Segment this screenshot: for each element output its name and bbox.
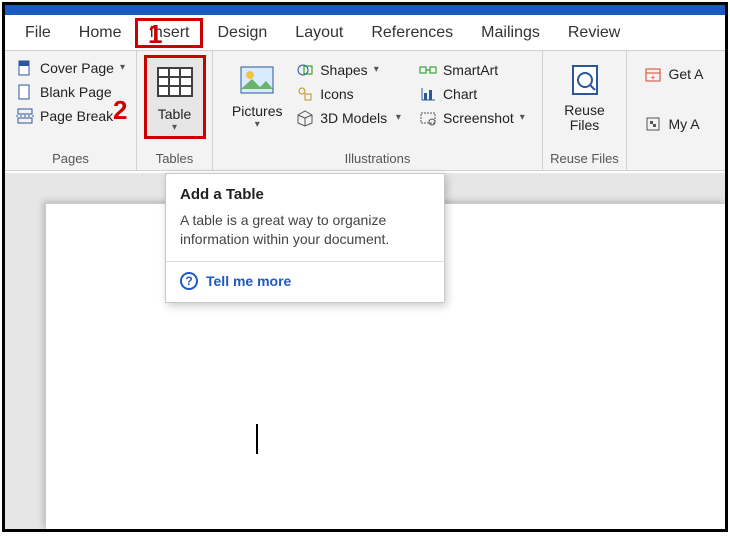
tab-layout[interactable]: Layout	[281, 18, 357, 48]
screenshot-icon	[419, 109, 437, 127]
my-addins-button[interactable]: My A	[640, 115, 707, 133]
tab-review[interactable]: Review	[554, 18, 634, 48]
annotation-2: 2	[113, 95, 127, 126]
3d-models-label: 3D Models	[320, 110, 387, 126]
blank-page-label: Blank Page	[40, 84, 112, 100]
chevron-down-icon: ▾	[374, 66, 379, 74]
svg-text:+: +	[651, 73, 656, 82]
group-label-pages: Pages	[11, 149, 130, 170]
shapes-icon	[296, 61, 314, 79]
table-icon	[154, 62, 196, 104]
get-addins-label: Get A	[668, 66, 703, 82]
pictures-icon	[236, 59, 278, 101]
group-label-addins	[633, 164, 715, 170]
chart-label: Chart	[443, 86, 477, 102]
ribbon-tabs: File Home Insert Design Layout Reference…	[5, 15, 725, 51]
3d-models-button[interactable]: 3D Models ▾	[292, 109, 405, 127]
pictures-label: Pictures	[232, 103, 283, 119]
tab-home[interactable]: Home	[65, 18, 136, 48]
group-label-tables: Tables	[143, 149, 206, 170]
help-icon: ?	[180, 272, 198, 290]
page-break-label: Page Break	[40, 108, 113, 124]
chevron-down-icon: ▾	[393, 114, 401, 122]
smartart-icon	[419, 61, 437, 79]
page-break-icon	[16, 107, 34, 125]
smartart-button[interactable]: SmartArt	[415, 61, 529, 79]
icons-label: Icons	[320, 86, 353, 102]
get-addins-button[interactable]: + Get A	[640, 65, 707, 83]
text-cursor	[256, 424, 258, 454]
chevron-down-icon: ▾	[255, 121, 260, 129]
my-addins-icon	[644, 115, 662, 133]
table-tooltip: Add a Table A table is a great way to or…	[165, 173, 445, 303]
titlebar	[5, 5, 725, 15]
blank-page-button[interactable]: Blank Page	[12, 83, 129, 101]
tab-design[interactable]: Design	[203, 18, 281, 48]
tab-references[interactable]: References	[357, 18, 467, 48]
page-break-button[interactable]: Page Break	[12, 107, 129, 125]
annotation-1: 1	[148, 19, 162, 50]
chart-button[interactable]: Chart	[415, 85, 529, 103]
3d-models-icon	[296, 109, 314, 127]
tab-mailings[interactable]: Mailings	[467, 18, 554, 48]
my-addins-label: My A	[668, 116, 699, 132]
tooltip-link-label: Tell me more	[206, 273, 291, 289]
shapes-label: Shapes	[320, 62, 367, 78]
smartart-label: SmartArt	[443, 62, 498, 78]
group-label-illustrations: Illustrations	[219, 149, 536, 170]
reuse-files-icon	[564, 59, 606, 101]
reuse-files-label: Reuse Files	[564, 103, 604, 134]
chevron-down-icon: ▾	[520, 114, 525, 122]
icons-icon	[296, 85, 314, 103]
screenshot-button[interactable]: Screenshot ▾	[415, 109, 529, 127]
tab-insert[interactable]: Insert	[135, 18, 203, 48]
tell-me-more-link[interactable]: ? Tell me more	[180, 272, 430, 290]
icons-button[interactable]: Icons	[292, 85, 405, 103]
chevron-down-icon: ▾	[120, 64, 125, 72]
tab-file[interactable]: File	[11, 18, 65, 48]
group-label-reuse: Reuse Files	[549, 149, 620, 170]
chart-icon	[419, 85, 437, 103]
reuse-files-button[interactable]: Reuse Files	[550, 55, 620, 138]
cover-page-label: Cover Page	[40, 60, 114, 76]
ribbon: Cover Page ▾ Blank Page Page Break	[5, 51, 725, 171]
tooltip-title: Add a Table	[180, 186, 430, 203]
chevron-down-icon: ▾	[172, 124, 177, 132]
cover-page-icon	[16, 59, 34, 77]
table-label: Table	[158, 106, 191, 122]
blank-page-icon	[16, 83, 34, 101]
cover-page-button[interactable]: Cover Page ▾	[12, 59, 129, 77]
table-button[interactable]: Table ▾	[144, 55, 206, 139]
addins-store-icon: +	[644, 65, 662, 83]
shapes-button[interactable]: Shapes ▾	[292, 61, 405, 79]
tooltip-body: A table is a great way to organize infor…	[180, 211, 430, 249]
pictures-button[interactable]: Pictures ▾	[226, 55, 288, 133]
screenshot-label: Screenshot	[443, 110, 514, 126]
